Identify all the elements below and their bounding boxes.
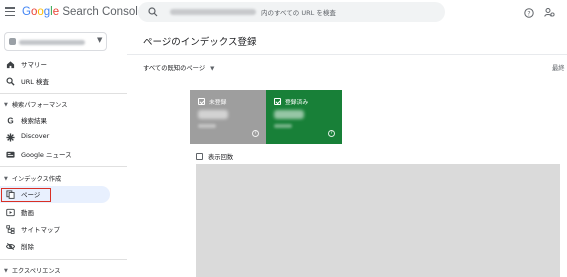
caret-down-icon: ▼ (4, 176, 8, 182)
main-content: ページのインデックス登録 すべての既知のページ ▼ 最終 未登録 ? 登録済み ?… (127, 27, 567, 277)
caret-down-icon: ▼ (4, 102, 8, 108)
redacted-count (274, 110, 304, 119)
last-updated-label: 最終 (552, 65, 565, 72)
url-inspection-search-input[interactable]: 内のすべての URL を検査 (138, 2, 445, 22)
chart-placeholder (196, 164, 560, 277)
help-icon[interactable]: ? (328, 130, 335, 137)
asterisk-icon (6, 133, 15, 142)
sidebar-item-url-inspection[interactable]: URL 検査 (0, 73, 110, 90)
redacted-subtext (198, 124, 216, 128)
sitemap-icon (6, 225, 15, 234)
product-logo[interactable]: Google Search Console (22, 6, 144, 18)
not-indexed-card[interactable]: 未登録 ? (190, 90, 266, 144)
property-selector[interactable]: ▼ (4, 32, 107, 51)
redacted-count (198, 110, 228, 119)
sidebar-item-removals[interactable]: 削除 (0, 238, 110, 255)
checkbox-checked-icon (274, 98, 281, 105)
section-search-performance[interactable]: ▼ 検索パフォーマンス (4, 100, 67, 109)
page-title: ページのインデックス登録 (143, 37, 257, 48)
home-icon (6, 61, 15, 69)
page-filter-dropdown[interactable]: すべての既知のページ ▼ (143, 63, 214, 72)
redacted-site-url (170, 9, 256, 15)
sidebar: ▼ サマリー URL 検査 ▼ 検索パフォーマンス G 検索結果 Discover… (0, 27, 127, 277)
impressions-toggle[interactable]: 表示回数 (196, 152, 233, 161)
property-favicon-icon (9, 38, 16, 45)
highlight-annotation-box (1, 188, 51, 202)
redacted-property-url (19, 40, 85, 45)
indexed-card[interactable]: 登録済み ? (266, 90, 342, 144)
divider (0, 166, 127, 167)
caret-down-icon: ▼ (210, 66, 215, 72)
sidebar-item-sitemaps[interactable]: サイトマップ (0, 221, 110, 238)
caret-down-icon: ▼ (4, 268, 8, 274)
section-experience[interactable]: ▼ エクスペリエンス (4, 266, 61, 275)
news-icon (6, 151, 15, 158)
google-g-icon: G (7, 117, 13, 125)
sidebar-item-google-news[interactable]: Google ニュース (0, 146, 110, 163)
menu-icon[interactable] (5, 7, 15, 16)
section-indexing[interactable]: ▼ インデックス作成 (4, 174, 61, 183)
help-icon[interactable]: ? (524, 8, 534, 18)
divider (0, 259, 127, 260)
divider (127, 54, 567, 55)
search-icon (148, 7, 158, 17)
chevron-down-icon: ▼ (97, 36, 103, 44)
svg-text:?: ? (527, 10, 530, 17)
checkbox-checked-icon (198, 98, 205, 105)
manage-users-icon[interactable] (544, 7, 555, 18)
sidebar-item-discover[interactable]: Discover (0, 129, 110, 146)
svg-text:G: G (7, 117, 13, 125)
top-app-bar: Google Search Console 内のすべての URL を検査 ? (0, 0, 567, 27)
sidebar-item-summary[interactable]: サマリー (0, 56, 110, 73)
divider (0, 93, 127, 94)
search-placeholder: 内のすべての URL を検査 (261, 9, 336, 17)
removal-icon (6, 242, 15, 251)
help-icon[interactable]: ? (252, 130, 259, 137)
search-icon (6, 77, 15, 86)
sidebar-item-search-results[interactable]: G 検索結果 (0, 112, 110, 129)
redacted-subtext (274, 124, 292, 128)
checkbox-unchecked-icon (196, 153, 203, 160)
sidebar-item-videos[interactable]: 動画 (0, 204, 110, 221)
video-icon (6, 208, 15, 217)
